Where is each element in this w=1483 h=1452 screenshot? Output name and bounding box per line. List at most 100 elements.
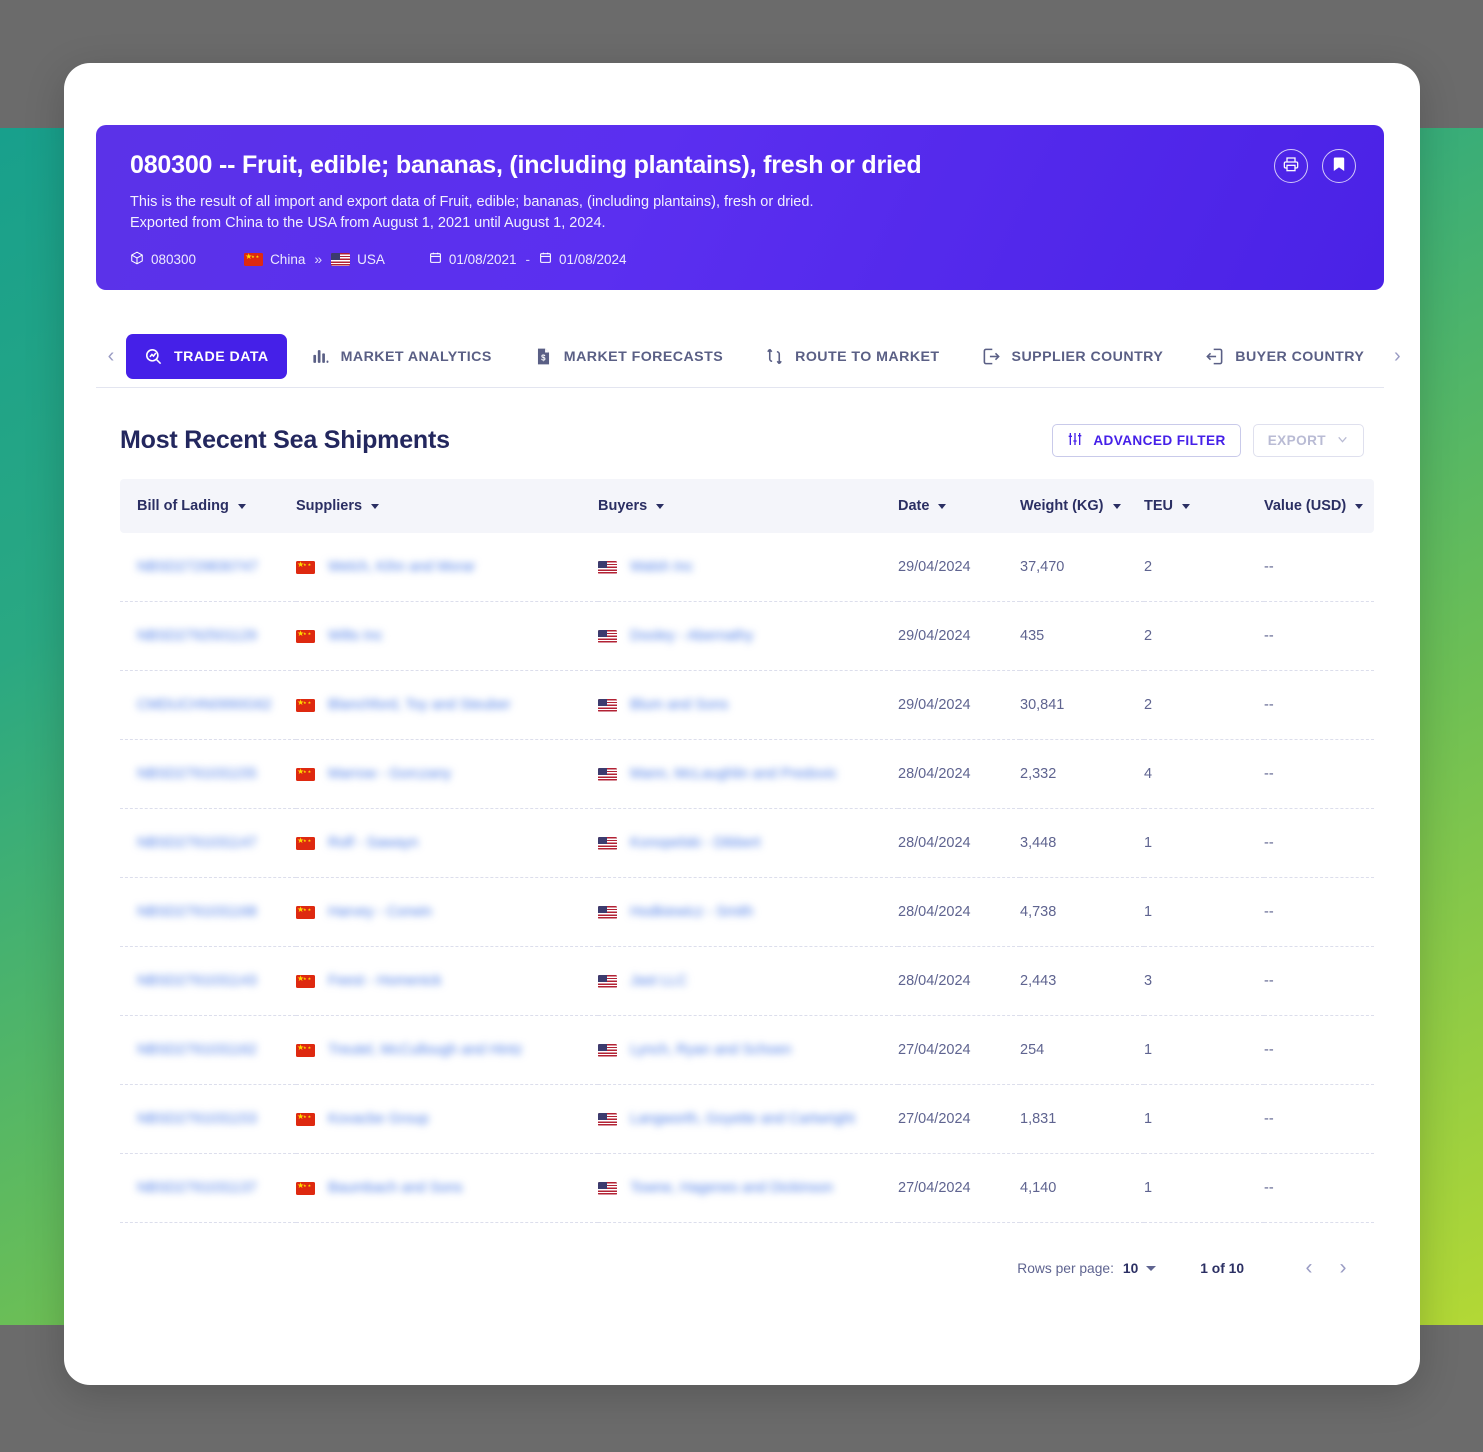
advanced-filter-button[interactable]: ADVANCED FILTER [1052,424,1241,457]
cell-weight: 2,332 [1020,739,1144,809]
china-flag-icon [296,905,315,919]
supplier-name[interactable]: Kovacbe Group [328,1111,429,1127]
tabs-scroll-right-button[interactable]: › [1382,345,1412,368]
sort-caret-icon[interactable] [938,503,947,509]
buyer-name[interactable]: Lynch, Ryan and Schoen [630,1042,792,1058]
usa-flag-icon [331,252,351,266]
bill-of-lading-link[interactable]: NBSD2729830747 [137,559,258,575]
buyer-name[interactable]: Jast LLC [630,973,687,989]
china-flag-icon [296,1112,315,1126]
sort-caret-icon[interactable] [237,503,246,509]
column-header-teu[interactable]: TEU [1144,479,1264,533]
column-header-suppliers[interactable]: Suppliers [296,479,598,533]
rows-per-page-value[interactable]: 10 [1123,1261,1138,1276]
tab-market-analytics[interactable]: MARKET ANALYTICS [293,334,510,379]
tab-route-to-market[interactable]: ROUTE TO MARKET [747,334,957,379]
weight-value: 4,738 [1020,904,1057,920]
print-button[interactable] [1274,149,1308,183]
sort-caret-icon[interactable] [1182,503,1190,509]
column-header-weight[interactable]: Weight (KG) [1020,479,1144,533]
table-actions: ADVANCED FILTER EXPORT [1052,424,1364,457]
supplier-name[interactable]: Blanchford, Toy and Steuber [328,697,511,713]
cell-teu: 2 [1144,670,1264,740]
sort-caret-icon[interactable] [656,503,665,509]
cell-bill-of-lading[interactable]: NBSD2791031162 [120,1015,296,1085]
cell-bill-of-lading[interactable]: NBSD2791031155 [120,739,296,809]
supplier-name[interactable]: Harvey - Corwin [328,904,432,920]
column-header-bill-of-lading[interactable]: Bill of Lading [120,479,296,533]
buyer-name[interactable]: Walsh Inc [630,559,693,575]
tab-label: MARKET FORECASTS [563,348,724,365]
supplier-name[interactable]: Welch, Kihn and Morar [328,559,475,575]
bill-of-lading-link[interactable]: NBSD2791031137 [137,1180,257,1196]
sort-caret-icon[interactable] [1112,503,1121,509]
supplier-name[interactable]: Feest - Homenick [328,973,442,989]
cell-weight: 1,831 [1020,1084,1144,1154]
tabs-scroll-left-button[interactable]: ‹ [96,345,126,368]
teu-value: 1 [1144,835,1153,851]
column-label: Suppliers [296,498,363,514]
cell-bill-of-lading[interactable]: NBSD2791031168 [120,877,296,947]
table-row: NBSD2791031162 Treutel, McCullough and Hi… [120,1015,1374,1085]
bill-of-lading-link[interactable]: NBSD2791031147 [137,835,257,851]
tab-market-forecasts[interactable]: $ MARKET FORECASTS [516,334,741,379]
buyer-name[interactable]: Langworth, Goyette and Cartwright [630,1111,855,1127]
pagination: Rows per page: 10 1 of 10 ‹ › [120,1223,1364,1285]
cell-date: 28/04/2024 [898,946,1020,1016]
cell-value: -- [1264,1153,1374,1223]
tab-trade-data[interactable]: TRADE DATA [126,334,287,379]
bookmark-button[interactable] [1322,149,1356,183]
supplier-name[interactable]: Wilts Inc [328,628,383,644]
cell-bill-of-lading[interactable]: NBSD2791031153 [120,1084,296,1154]
cell-teu: 1 [1144,808,1264,878]
china-flag-icon [296,629,315,643]
bill-of-lading-link[interactable]: NBSD2791031155 [137,766,257,782]
table-row: NBSD2729830747 Welch, Kihn and Morar Walsh… [120,533,1374,602]
sort-caret-icon[interactable] [371,503,380,509]
bill-of-lading-link[interactable]: NBSD2791031168 [137,904,257,920]
bill-of-lading-link[interactable]: NBSD2791031143 [137,973,257,989]
cell-supplier: Welch, Kihn and Morar [296,533,598,602]
cell-weight: 37,470 [1020,533,1144,602]
buyer-name[interactable]: Towne, Hagenes and Dickinson [630,1180,833,1196]
buyer-name[interactable]: Dooley - Abernathy [630,628,753,644]
bill-of-lading-link[interactable]: NBSD2791031153 [137,1111,257,1127]
banner-description-line-2: Exported from China to the USA from Augu… [130,214,606,231]
rows-per-page-caret-icon[interactable] [1146,1265,1157,1271]
buyer-name[interactable]: Hodkiewicz - Smith [630,904,753,920]
bill-of-lading-link[interactable]: CMDUCHN0990G62 [137,697,272,713]
bill-of-lading-link[interactable]: NBSD2792501129 [137,628,257,644]
export-button[interactable]: EXPORT [1252,424,1364,457]
tab-supplier-country[interactable]: SUPPLIER COUNTRY [964,334,1182,379]
cell-bill-of-lading[interactable]: NBSD2791031143 [120,946,296,1016]
sort-caret-icon[interactable] [1355,503,1364,509]
previous-page-button[interactable]: ‹ [1292,1251,1326,1285]
cell-teu: 3 [1144,946,1264,1016]
supplier-name[interactable]: Treutel, McCullough and Hintz [328,1042,523,1058]
supplier-name[interactable]: Marrow - Gorczany [328,766,451,782]
tab-buyer-country[interactable]: BUYER COUNTRY [1187,334,1382,379]
column-header-value[interactable]: Value (USD) [1264,479,1374,533]
next-page-button[interactable]: › [1326,1251,1360,1285]
supplier-name[interactable]: Baumbach and Sons [328,1180,463,1196]
column-header-date[interactable]: Date [898,479,1020,533]
buyer-name[interactable]: Mann, McLaughlin and Predovic [630,766,837,782]
date-value: 27/04/2024 [898,1180,971,1196]
cell-bill-of-lading[interactable]: NBSD2792501129 [120,601,296,671]
table-toolbar: Most Recent Sea Shipments ADVANCED FILTE… [120,388,1364,479]
teu-value: 2 [1144,697,1153,713]
cell-bill-of-lading[interactable]: CMDUCHN0990G62 [120,670,296,740]
teu-value: 1 [1144,1042,1153,1058]
buyer-name[interactable]: Konopelski - Dibbert [630,835,761,851]
buyer-name[interactable]: Blum and Sons [630,697,728,713]
bill-of-lading-link[interactable]: NBSD2791031162 [137,1042,257,1058]
column-header-buyers[interactable]: Buyers [598,479,898,533]
cell-bill-of-lading[interactable]: NBSD2791031147 [120,808,296,878]
cell-bill-of-lading[interactable]: NBSD2791031137 [120,1153,296,1223]
page-indicator: 1 of 10 [1200,1260,1244,1276]
supplier-name[interactable]: Rolf - Sawayn [328,835,418,851]
page-title: 080300 -- Fruit, edible; bananas, (inclu… [130,151,922,179]
cell-bill-of-lading[interactable]: NBSD2729830747 [120,533,296,602]
teu-value: 4 [1144,766,1153,782]
china-flag-icon [296,1181,315,1195]
